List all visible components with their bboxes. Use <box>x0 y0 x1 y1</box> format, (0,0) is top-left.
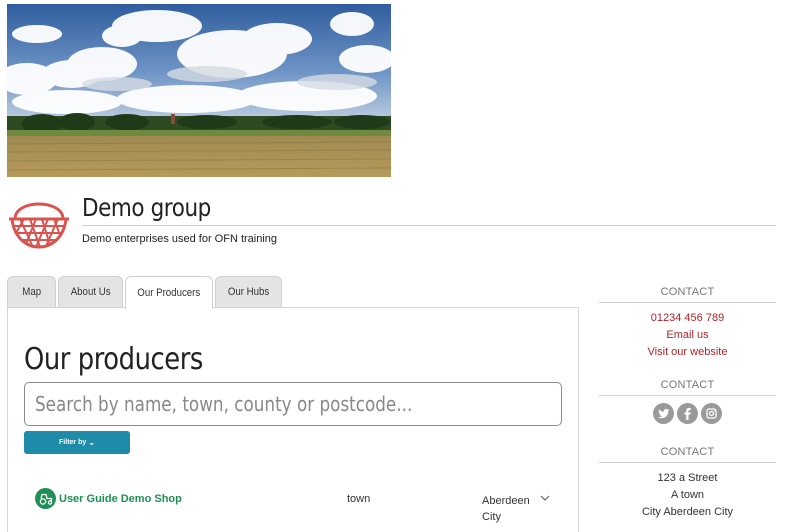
sidebar-contact: CONTACT 01234 456 789 Email us Visit our… <box>599 286 776 361</box>
title-divider <box>82 225 776 226</box>
tab-label: Our Producers <box>137 287 201 299</box>
sidebar-social: CONTACT <box>599 379 776 424</box>
divider <box>599 462 776 463</box>
producers-panel: Our producers Search by name, town, coun… <box>7 307 579 532</box>
address-line: City Aberdeen City <box>641 506 734 518</box>
contact-heading: CONTACT <box>660 286 715 298</box>
group-title: Demo group <box>82 193 211 222</box>
website-link[interactable]: Visit our website <box>599 344 776 361</box>
tractor-icon <box>35 488 56 509</box>
group-logo <box>6 187 72 253</box>
filter-label: Filter by <box>59 439 87 446</box>
address-line: 123 a Street <box>657 472 718 484</box>
producer-row[interactable]: User Guide Demo Shop town Aberdeen City <box>24 484 564 524</box>
tab-map[interactable]: Map <box>7 276 56 307</box>
twitter-icon[interactable] <box>653 403 674 424</box>
divider <box>599 302 776 303</box>
search-input[interactable]: Search by name, town, county or postcode… <box>24 382 562 426</box>
chevron-down-icon: ⌄ <box>88 438 95 447</box>
phone-link[interactable]: 01234 456 789 <box>599 310 776 327</box>
tab-label: Map <box>22 286 41 298</box>
tab-our-producers[interactable]: Our Producers <box>125 276 213 309</box>
email-link[interactable]: Email us <box>599 327 776 344</box>
address-heading: CONTACT <box>660 446 715 458</box>
group-description: Demo enterprises used for OFN training <box>82 233 278 245</box>
social-heading: CONTACT <box>660 379 715 391</box>
producer-town: town <box>347 493 371 505</box>
search-placeholder: Search by name, town, county or postcode… <box>35 392 413 416</box>
instagram-icon[interactable] <box>701 403 722 424</box>
tab-about-us[interactable]: About Us <box>58 276 123 307</box>
tab-label: Our Hubs <box>227 286 270 298</box>
producer-name[interactable]: User Guide Demo Shop <box>59 493 182 505</box>
facebook-icon[interactable] <box>677 403 698 424</box>
tab-label: About Us <box>70 286 111 298</box>
page-title: Our producers <box>24 342 203 377</box>
filter-button[interactable]: Filter by ⌄ <box>24 431 130 454</box>
chevron-down-icon[interactable] <box>540 490 550 501</box>
sidebar-address: CONTACT 123 a Street A town City Aberdee… <box>599 446 776 521</box>
social-links <box>599 403 776 424</box>
producer-region: Aberdeen City <box>482 495 530 523</box>
banner-image <box>7 4 391 177</box>
divider <box>599 395 776 396</box>
tab-our-hubs[interactable]: Our Hubs <box>215 276 282 307</box>
address-line: A town <box>670 489 705 501</box>
